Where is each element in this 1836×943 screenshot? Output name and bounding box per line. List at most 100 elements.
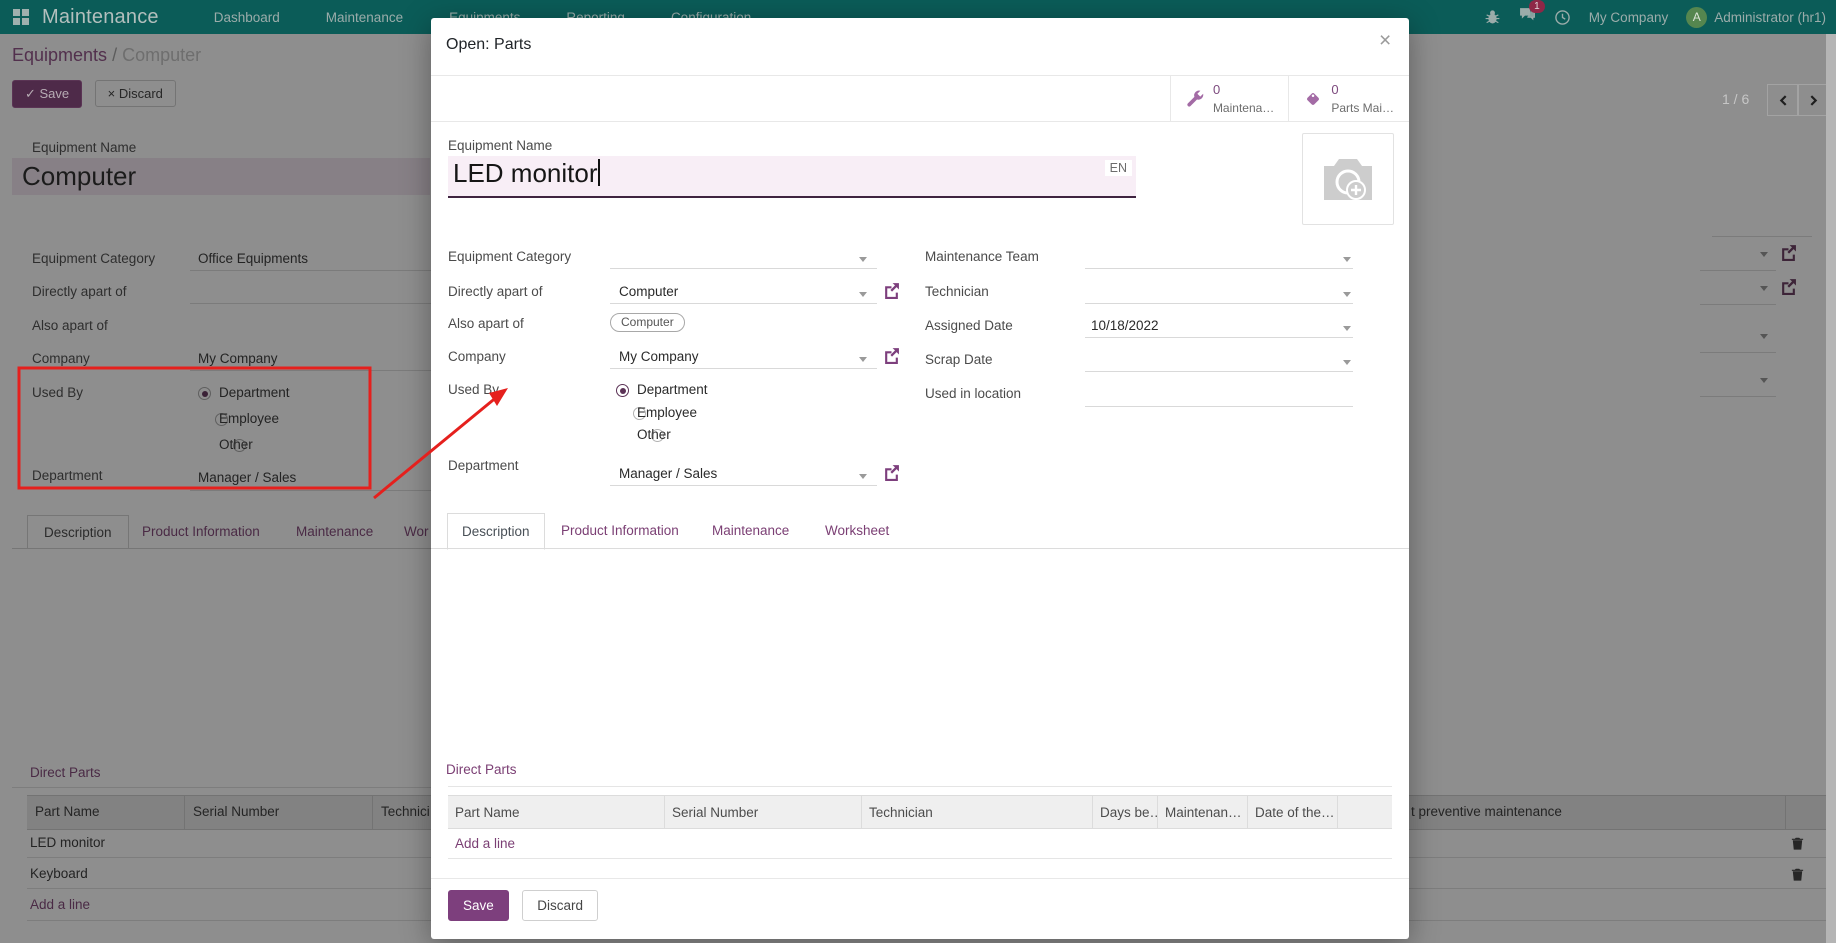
bg-radio-label: Employee [219, 411, 279, 426]
modal-radio-label: Other [637, 427, 671, 442]
modal-tab-product-information[interactable]: Product Information [547, 513, 693, 548]
external-link-icon[interactable] [883, 347, 900, 364]
screen: Maintenance Dashboard Maintenance Equipm… [0, 0, 1836, 943]
equipment-image-placeholder[interactable] [1302, 133, 1394, 225]
modal-assigned-date-value[interactable]: 10/18/2022 [1091, 318, 1159, 333]
bg-radio-department[interactable] [198, 387, 211, 400]
modal-department-label: Department [448, 458, 519, 473]
external-link-icon[interactable] [883, 282, 900, 299]
modal-used-in-location-label: Used in location [925, 386, 1021, 401]
bg-tab-maintenance[interactable]: Maintenance [296, 524, 373, 539]
breadcrumb-equipments[interactable]: Equipments [12, 45, 107, 65]
apps-grid-icon[interactable] [13, 9, 29, 25]
modal-tab-worksheet[interactable]: Worksheet [811, 513, 903, 548]
trash-icon[interactable] [1790, 866, 1805, 882]
text-cursor [598, 159, 600, 186]
modal-save-button[interactable]: Save [448, 890, 509, 921]
bg-tab-worksheet[interactable]: Wor [404, 524, 429, 539]
external-link-icon[interactable] [1780, 278, 1797, 295]
modal-radio-department[interactable] [616, 384, 629, 397]
modal-company-value[interactable]: My Company [619, 349, 699, 364]
app-brand[interactable]: Maintenance [42, 6, 159, 29]
modal-equipment-name-input[interactable]: LED monitor EN [448, 156, 1136, 198]
bg-col-part-name[interactable]: Part Name [27, 796, 185, 829]
modal-used-in-location-field[interactable] [1085, 406, 1353, 407]
pager-next-button[interactable] [1797, 84, 1829, 116]
parts-maintenance-stat-button[interactable]: 0Parts Mai… [1288, 76, 1408, 122]
modal-discard-button[interactable]: Discard [522, 890, 598, 921]
modal-also-apart-label: Also apart of [448, 316, 524, 331]
camera-plus-icon [1319, 154, 1377, 204]
modal-tab-description[interactable]: Description [447, 513, 545, 550]
bg-field-label: Also apart of [32, 318, 108, 333]
bg-used-by-label: Used By [32, 385, 83, 400]
messages-icon[interactable]: 1 [1519, 6, 1536, 28]
modal-equipment-category-field[interactable] [610, 268, 877, 269]
modal-scrap-date-label: Scrap Date [925, 352, 993, 367]
open-parts-modal: Open: Parts × 0Maintena… 0Parts Mai… Equ… [431, 18, 1409, 939]
pager-previous-button[interactable] [1767, 84, 1799, 116]
modal-department-value[interactable]: Manager / Sales [619, 466, 717, 481]
also-apart-tag[interactable]: Computer [610, 313, 685, 332]
modal-tab-maintenance[interactable]: Maintenance [698, 513, 803, 548]
bg-radio-label: Other [219, 437, 253, 452]
bg-equipment-name-label: Equipment Name [32, 140, 136, 155]
modal-equipment-category-label: Equipment Category [448, 249, 571, 264]
trash-icon[interactable] [1790, 835, 1805, 851]
bg-field-label: Directly apart of [32, 284, 127, 299]
messages-count-badge: 1 [1529, 0, 1545, 13]
modal-technician-label: Technician [925, 284, 989, 299]
bg-department-label: Department [32, 468, 103, 483]
modal-radio-label: Employee [637, 405, 697, 420]
modal-parts-table-header: Part Name Serial Number Technician Days … [448, 795, 1392, 829]
vertical-scrollbar[interactable] [1826, 34, 1836, 943]
modal-scrap-date-field[interactable] [1085, 371, 1353, 372]
modal-directly-apart-value[interactable]: Computer [619, 284, 678, 299]
translation-badge[interactable]: EN [1105, 160, 1132, 176]
bg-row-part[interactable]: LED monitor [30, 835, 105, 850]
bg-field-value[interactable]: My Company [198, 351, 278, 366]
external-link-icon[interactable] [883, 464, 900, 481]
bg-add-a-line-link[interactable]: Add a line [30, 897, 90, 912]
modal-company-label: Company [448, 349, 506, 364]
parts-stat-label: Parts Mai… [1331, 101, 1394, 115]
bg-save-button[interactable]: ✓ Save [12, 80, 82, 108]
pager-value: 1 / 6 [1722, 91, 1749, 107]
bg-field-label: Company [32, 351, 90, 366]
breadcrumb: Equipments / Computer [12, 45, 201, 66]
col-technician[interactable]: Technician [862, 796, 1093, 828]
activities-clock-icon[interactable] [1554, 9, 1571, 26]
bg-row-part[interactable]: Keyboard [30, 866, 88, 881]
bg-field-value[interactable]: Office Equipments [198, 251, 308, 266]
bg-col-serial-number[interactable]: Serial Number [185, 796, 373, 829]
bg-department-value[interactable]: Manager / Sales [198, 470, 296, 485]
modal-close-icon[interactable]: × [1379, 33, 1391, 49]
wrench-icon [1185, 89, 1205, 109]
bg-discard-button[interactable]: × Discard [95, 80, 176, 107]
maintenance-stat-label: Maintena… [1213, 101, 1274, 115]
modal-technician-field[interactable] [1085, 303, 1353, 304]
bg-equipment-name-value[interactable]: Computer [12, 158, 430, 195]
col-serial-number[interactable]: Serial Number [665, 796, 862, 828]
breadcrumb-current: Computer [122, 45, 201, 65]
modal-radio-label: Department [637, 382, 708, 397]
user-menu[interactable]: A Administrator (hr1) [1686, 7, 1826, 28]
bg-col-next-preventive-maintenance[interactable]: t preventive maintenance [1409, 796, 1785, 829]
modal-add-a-line-link[interactable]: Add a line [455, 836, 515, 851]
col-days-before[interactable]: Days be… [1093, 796, 1158, 828]
bg-radio-label: Department [219, 385, 290, 400]
bg-tab-product-information[interactable]: Product Information [142, 524, 260, 539]
bg-col-technician[interactable]: Technici [373, 796, 431, 829]
col-date-of-the[interactable]: Date of the… [1248, 796, 1338, 828]
modal-maintenance-team-field[interactable] [1085, 268, 1353, 269]
company-switcher[interactable]: My Company [1589, 10, 1669, 25]
external-link-icon[interactable] [1780, 244, 1797, 261]
bg-tab-description[interactable]: Description [27, 515, 129, 549]
col-part-name[interactable]: Part Name [448, 796, 665, 828]
maintenance-stat-button[interactable]: 0Maintena… [1170, 76, 1288, 122]
modal-title: Open: Parts [446, 36, 531, 54]
col-maintenance[interactable]: Maintenan… [1158, 796, 1248, 828]
menu-maintenance[interactable]: Maintenance [326, 10, 403, 25]
debug-bug-icon[interactable] [1484, 9, 1501, 26]
menu-dashboard[interactable]: Dashboard [214, 10, 280, 25]
